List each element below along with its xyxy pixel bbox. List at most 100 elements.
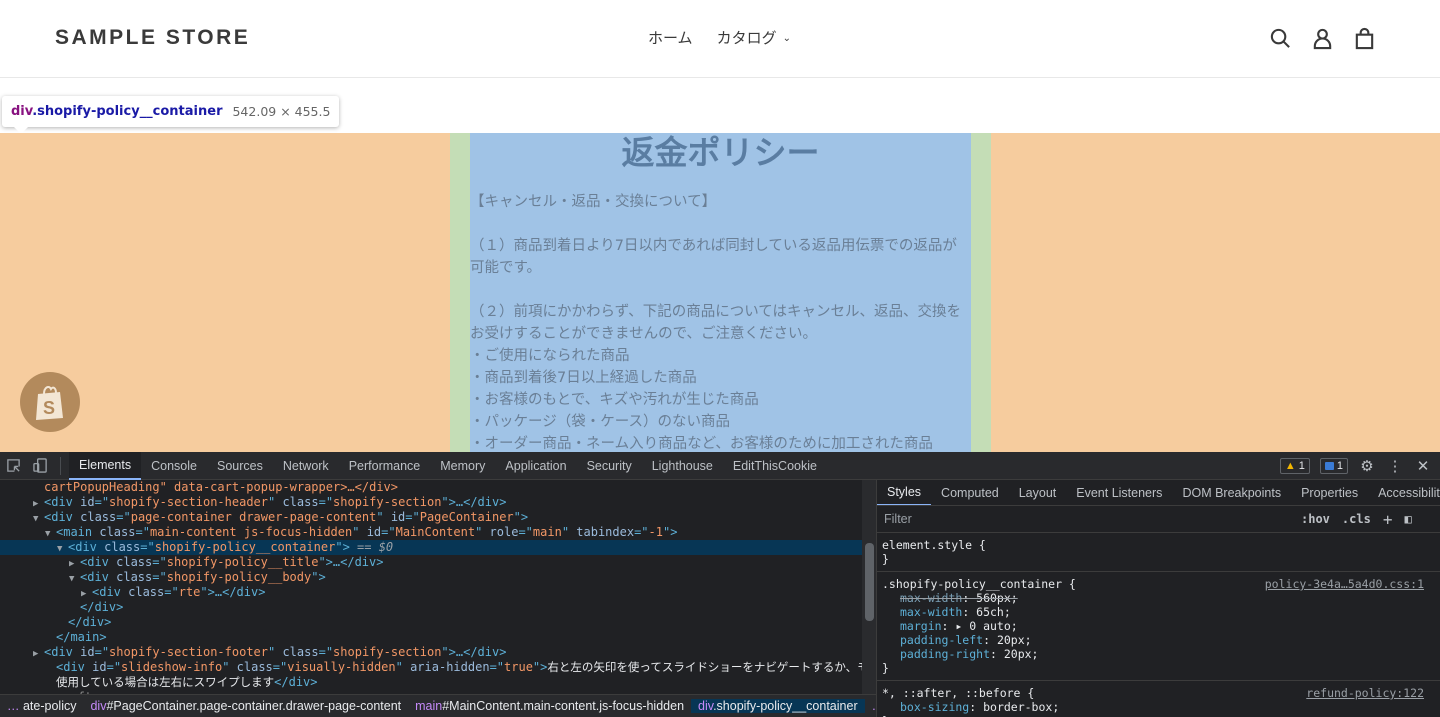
dom-eq: ="	[94, 495, 110, 509]
breadcrumb-item[interactable]: …	[865, 699, 876, 713]
nav-catalog-label: カタログ	[716, 29, 777, 47]
dom-node-line[interactable]: ▼ <div class="shopify-policy__container">…	[0, 540, 862, 555]
dom-node-line[interactable]: cartPopupHeading" data-cart-popup-wrappe…	[0, 480, 862, 495]
dom-eq: ="	[518, 525, 533, 539]
tab-security[interactable]: Security	[577, 452, 642, 480]
dom-attr-value: -1	[648, 525, 663, 539]
dom-attr-value: main-content js-focus-hidden	[149, 525, 353, 539]
styles-tab-accessibility[interactable]: Accessibility	[1368, 480, 1440, 505]
warnings-badge[interactable]: ▲ 1	[1279, 458, 1310, 474]
devtools-tabs: Elements Console Sources Network Performance…	[69, 451, 827, 480]
css-rule: element.style {}	[877, 533, 1440, 572]
tab-application[interactable]: Application	[495, 452, 576, 480]
account-icon[interactable]	[1311, 27, 1334, 50]
breadcrumb-item[interactable]: div#PageContainer.page-container.drawer-…	[83, 699, 408, 713]
dom-attr-name: class	[275, 495, 319, 509]
inspect-element-icon[interactable]	[0, 452, 27, 480]
dom-attr-value: rte	[178, 585, 201, 599]
styles-tab-properties[interactable]: Properties	[1291, 480, 1368, 505]
dom-node-line[interactable]: ▶ <div id="shopify-section-header" class=…	[0, 495, 862, 510]
svg-text:S: S	[43, 398, 55, 418]
styles-tab-computed[interactable]: Computed	[931, 480, 1009, 505]
breadcrumb-item[interactable]: div.shopify-policy__container	[691, 699, 865, 713]
breadcrumb-item[interactable]: … ate-policy	[0, 699, 83, 713]
dom-node-line[interactable]: <div id="slideshow-info" class="visually…	[0, 660, 862, 675]
tab-network[interactable]: Network	[273, 452, 339, 480]
close-icon[interactable]: ✕	[1414, 457, 1432, 475]
dom-closing-tag: </div>	[68, 615, 112, 629]
dom-tag: <div	[80, 555, 109, 569]
scrollbar-thumb[interactable]	[865, 543, 874, 621]
dom-tag-close: >…</div>	[448, 495, 507, 509]
tab-editthiscookie[interactable]: EditThisCookie	[723, 452, 827, 480]
styles-tab-dom-breakpoints[interactable]: DOM Breakpoints	[1172, 480, 1291, 505]
dom-eq: ="	[116, 510, 131, 524]
styles-tab-layout[interactable]: Layout	[1009, 480, 1067, 505]
kebab-menu-icon[interactable]: ⋮	[1386, 457, 1404, 475]
policy-paragraph: 【キャンセル・返品・交換について】	[470, 194, 717, 210]
styles-tab-event-listeners[interactable]: Event Listeners	[1066, 480, 1172, 505]
dom-node-line[interactable]: ▼ <div class="page-container drawer-page-…	[0, 510, 862, 525]
nav-home-label: ホーム	[648, 29, 693, 47]
breadcrumb-selector: .shopify-policy__container	[713, 699, 858, 713]
tab-console[interactable]: Console	[141, 452, 207, 480]
cls-toggle[interactable]: .cls	[1342, 512, 1371, 526]
css-property-value: : 65ch;	[962, 605, 1011, 619]
dom-tag: <div	[80, 570, 109, 584]
dom-attr-value: shopify-policy__title	[166, 555, 319, 569]
dom-attr-value: PageContainer	[419, 510, 514, 524]
cart-icon[interactable]	[1353, 27, 1376, 50]
styles-tabs: Styles Computed Layout Event Listeners DOM B…	[877, 480, 1440, 506]
dom-node-line[interactable]: </div>	[0, 600, 862, 615]
search-icon[interactable]	[1269, 27, 1292, 50]
messages-badge[interactable]: 1	[1319, 458, 1348, 474]
css-source-link[interactable]: refund-policy:122	[1306, 686, 1424, 700]
dom-node-line[interactable]: ▶ <div id="shopify-section-footer" class=…	[0, 645, 862, 660]
store-logo[interactable]: SAMPLE STORE	[55, 26, 250, 50]
dom-text: 右と左の矢印を使ってスライドショーをナビゲートするか、モバイルデバイスを	[547, 660, 862, 674]
tab-performance[interactable]: Performance	[339, 452, 431, 480]
settings-gear-icon[interactable]: ⚙	[1358, 457, 1376, 475]
dom-node-line[interactable]: ▶ <div class="rte">…</div>	[0, 585, 862, 600]
breadcrumb-item[interactable]: main#MainContent.main-content.js-focus-h…	[408, 699, 691, 713]
css-property[interactable]: max-width: 65ch;	[882, 605, 1440, 619]
dom-node-line[interactable]: 使用している場合は左右にスワイプします</div>	[0, 675, 862, 690]
hov-toggle[interactable]: :hov	[1301, 512, 1330, 526]
css-property[interactable]: padding-left: 20px;	[882, 633, 1440, 647]
dom-attr-name: class	[108, 570, 153, 584]
tab-elements[interactable]: Elements	[69, 451, 142, 480]
toggle-sidebar-icon[interactable]: ◧	[1404, 512, 1411, 526]
dom-attr-value: shopify-section	[333, 495, 442, 509]
device-toolbar-icon[interactable]	[27, 452, 54, 480]
css-property[interactable]: max-width: 560px;	[882, 591, 1440, 605]
policy-paragraph: （１）商品到着日より7日以内であれば同封している返品用伝票での返品が可能です。	[470, 238, 957, 276]
css-property[interactable]: padding-right: 20px;	[882, 647, 1440, 661]
dom-eq: ="	[634, 525, 649, 539]
dom-attr-name: class	[72, 510, 117, 524]
styles-filter-input[interactable]	[879, 509, 1289, 529]
tab-memory[interactable]: Memory	[430, 452, 495, 480]
dom-scrollbar[interactable]	[862, 480, 876, 694]
tab-lighthouse[interactable]: Lighthouse	[642, 452, 723, 480]
nav-item-catalog[interactable]: カタログ ⌄	[717, 27, 791, 48]
dom-node-line[interactable]: ▶ <div class="shopify-policy__title">…</d…	[0, 555, 862, 570]
css-property-value: : 20px;	[990, 647, 1039, 661]
css-property[interactable]: margin: ▸ 0 auto;	[882, 619, 1440, 633]
dom-attr-name: id	[383, 510, 406, 524]
dom-tag-close: >	[342, 540, 350, 554]
css-property[interactable]: box-sizing: border-box;	[882, 700, 1440, 714]
css-selector[interactable]: element.style {	[882, 538, 1440, 552]
styles-tab-styles[interactable]: Styles	[877, 480, 932, 505]
dom-node-line[interactable]: ▼ <div class="shopify-policy__body">	[0, 570, 862, 585]
dom-node-line[interactable]: ▼ <main class="main-content js-focus-hidd…	[0, 525, 862, 540]
add-rule-icon[interactable]: +	[1383, 510, 1393, 529]
shopify-bag-icon[interactable]: S	[20, 372, 80, 432]
nav-item-home[interactable]: ホーム	[648, 27, 693, 48]
dom-node-line[interactable]: </main>	[0, 630, 862, 645]
tab-sources[interactable]: Sources	[207, 452, 273, 480]
dom-node-line[interactable]: </div>	[0, 615, 862, 630]
css-source-link[interactable]: policy-3e4a…5a4d0.css:1	[1265, 577, 1424, 591]
policy-body: 【キャンセル・返品・交換について】 （１）商品到着日より7日以内であれば同封してい…	[470, 191, 971, 452]
dom-tag-close: >…</div>	[207, 585, 266, 599]
